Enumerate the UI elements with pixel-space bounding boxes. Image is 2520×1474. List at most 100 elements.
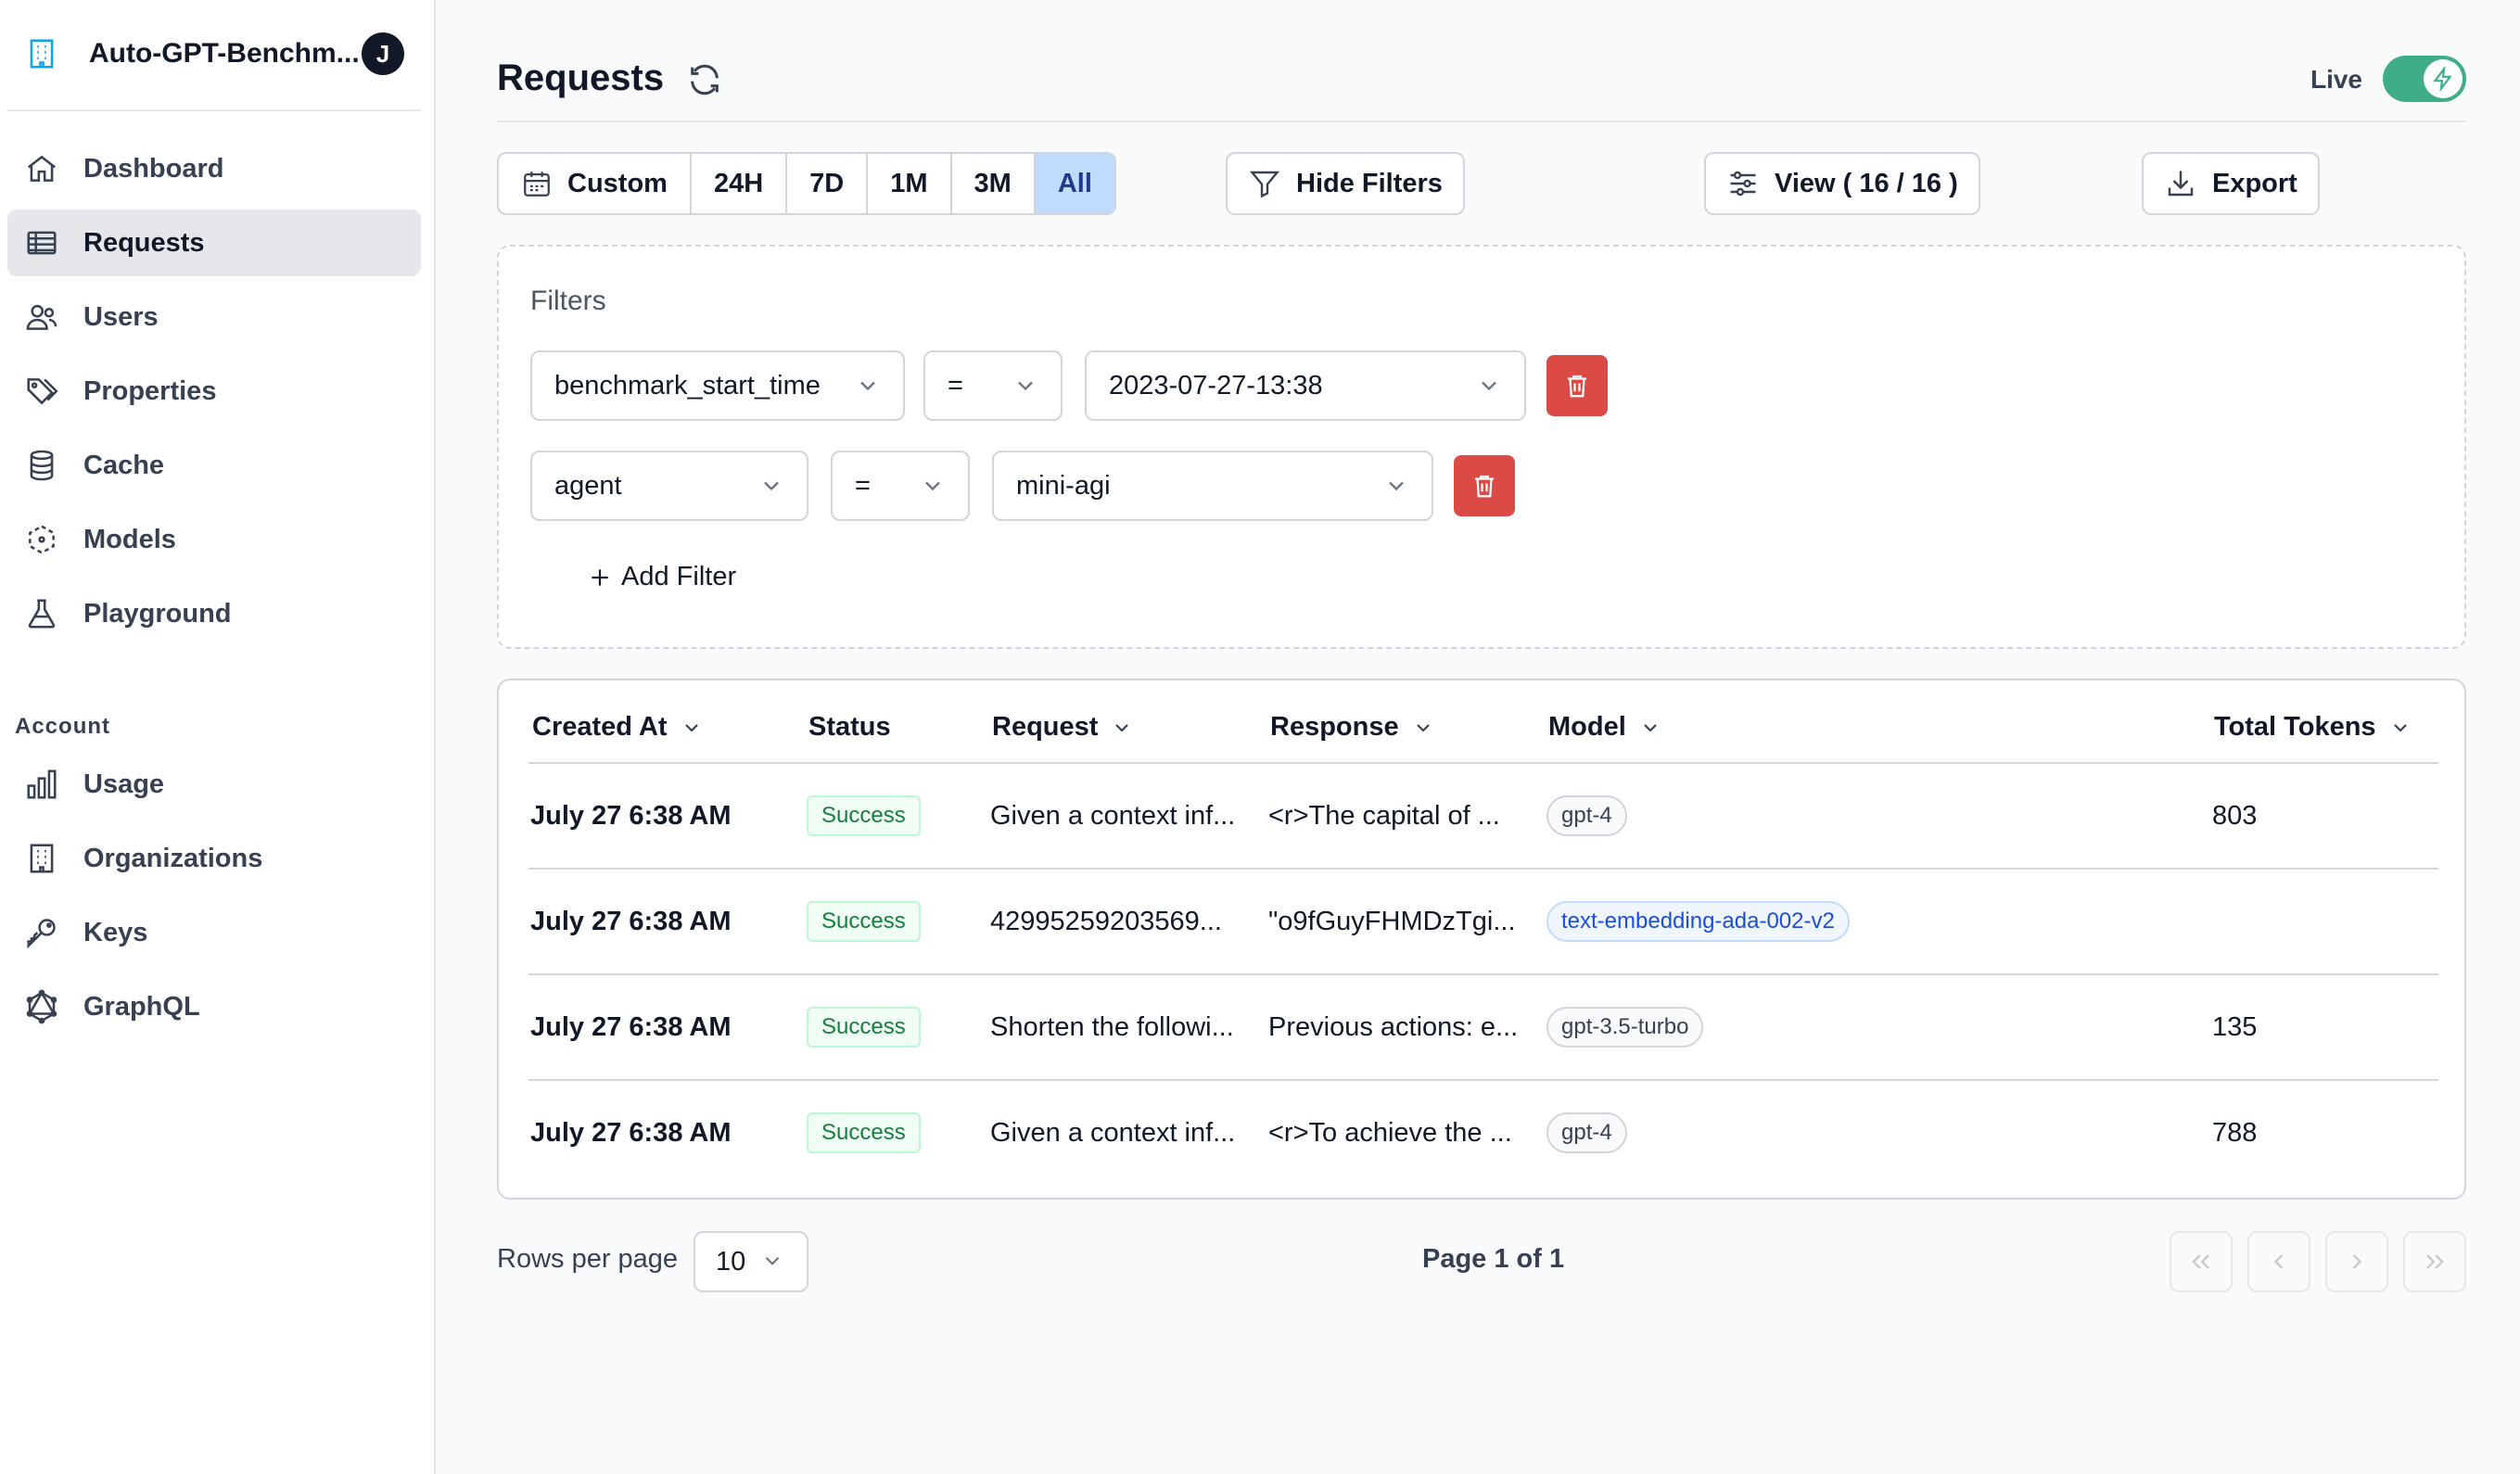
first-page-button[interactable]	[2170, 1231, 2233, 1292]
sidebar-item-label: Keys	[83, 917, 148, 947]
cell-status: Success	[807, 1081, 921, 1185]
sidebar: Auto-GPT-Benchm... J Dashboard Requests …	[0, 0, 436, 1474]
page-title: Requests	[497, 57, 665, 98]
hide-filters-label: Hide Filters	[1296, 168, 1443, 198]
sidebar-item-organizations[interactable]: Organizations	[7, 825, 421, 892]
sidebar-item-keys[interactable]: Keys	[7, 899, 421, 966]
chevron-down-icon	[2389, 717, 2412, 739]
table-icon	[24, 225, 59, 260]
add-filter-button[interactable]: Add Filter	[588, 562, 736, 592]
home-icon	[24, 151, 59, 186]
org-switcher[interactable]: Auto-GPT-Benchm... J	[24, 28, 404, 80]
filter-field-select[interactable]: agent	[530, 451, 808, 521]
table-row[interactable]: July 27 6:38 AM Success Shorten the foll…	[528, 975, 2438, 1081]
column-header-total-tokens[interactable]: Total Tokens	[2214, 712, 2412, 743]
delete-filter-button[interactable]	[1454, 455, 1515, 516]
chevron-down-icon	[1639, 717, 1661, 739]
column-header-response[interactable]: Response	[1270, 712, 1434, 743]
column-header-status[interactable]: Status	[808, 712, 891, 743]
bar-chart-icon	[24, 767, 59, 802]
beaker-icon	[24, 596, 59, 631]
sidebar-item-playground[interactable]: Playground	[7, 580, 421, 647]
column-header-model[interactable]: Model	[1548, 712, 1661, 743]
export-button[interactable]: Export	[2142, 152, 2320, 215]
last-page-button[interactable]	[2403, 1231, 2466, 1292]
range-all-button[interactable]: All	[1035, 154, 1114, 213]
refresh-icon[interactable]	[686, 61, 723, 98]
model-badge: gpt-4	[1546, 1112, 1627, 1153]
range-1m-button[interactable]: 1M	[868, 154, 952, 213]
sidebar-item-label: Organizations	[83, 843, 263, 873]
plus-icon	[588, 565, 612, 590]
column-header-label: Created At	[532, 712, 668, 742]
sliders-icon	[1726, 167, 1760, 200]
filter-field-select[interactable]: benchmark_start_time	[530, 350, 905, 421]
filter-value-select[interactable]: 2023-07-27-13:38	[1085, 350, 1526, 421]
filter-field-value: agent	[554, 470, 622, 501]
cell-model: text-embedding-ada-002-v2	[1546, 870, 1850, 973]
cell-status: Success	[807, 870, 921, 973]
sidebar-item-dashboard[interactable]: Dashboard	[7, 135, 421, 202]
sidebar-item-users[interactable]: Users	[7, 284, 421, 350]
filter-operator-select[interactable]: =	[831, 451, 970, 521]
live-toggle[interactable]	[2383, 56, 2466, 102]
avatar[interactable]: J	[362, 32, 404, 75]
chevron-right-icon	[2344, 1249, 2370, 1275]
sidebar-item-models[interactable]: Models	[7, 506, 421, 573]
download-icon	[2164, 167, 2197, 200]
chevron-down-icon	[1412, 717, 1434, 739]
table-row[interactable]: July 27 6:38 AM Success Given a context …	[528, 764, 2438, 870]
column-header-label: Total Tokens	[2214, 712, 2376, 742]
column-header-created-at[interactable]: Created At	[532, 712, 703, 743]
chevron-down-icon	[681, 717, 703, 739]
table-row[interactable]: July 27 6:38 AM Success 42995259203569..…	[528, 870, 2438, 975]
cell-total-tokens: 135	[2212, 1011, 2258, 1042]
filter-value: 2023-07-27-13:38	[1109, 370, 1323, 400]
status-badge: Success	[807, 1112, 921, 1153]
cell-response: "o9fGuyFHMDzTgi...	[1268, 906, 1516, 936]
chevron-down-icon	[1012, 373, 1038, 399]
building-icon	[24, 841, 59, 876]
building-icon	[24, 36, 59, 71]
table-row[interactable]: July 27 6:38 AM Success Given a context …	[528, 1081, 2438, 1187]
status-badge: Success	[807, 901, 921, 942]
chevron-down-icon	[1383, 473, 1409, 499]
sidebar-item-graphql[interactable]: GraphQL	[7, 973, 421, 1040]
sidebar-item-usage[interactable]: Usage	[7, 751, 421, 818]
range-custom-button[interactable]: Custom	[499, 154, 692, 213]
model-badge: gpt-4	[1546, 795, 1627, 836]
filter-operator-select[interactable]: =	[923, 350, 1063, 421]
range-24h-button[interactable]: 24H	[692, 154, 788, 213]
hide-filters-button[interactable]: Hide Filters	[1226, 152, 1465, 215]
range-7d-button[interactable]: 7D	[787, 154, 869, 213]
rows-per-page-select[interactable]: 10	[694, 1231, 808, 1292]
sidebar-item-label: Usage	[83, 769, 165, 799]
status-badge: Success	[807, 795, 921, 836]
cell-response: Previous actions: e...	[1268, 1011, 1519, 1042]
rows-per-page-label: Rows per page	[497, 1244, 679, 1274]
sidebar-item-requests[interactable]: Requests	[7, 210, 421, 276]
previous-page-button[interactable]	[2247, 1231, 2310, 1292]
column-header-label: Response	[1270, 712, 1399, 742]
chevron-down-icon	[1111, 717, 1133, 739]
sidebar-item-properties[interactable]: Properties	[7, 358, 421, 425]
filter-value-input[interactable]: mini-agi	[992, 451, 1433, 521]
toggle-knob	[2424, 59, 2463, 98]
column-header-request[interactable]: Request	[992, 712, 1133, 743]
add-filter-label: Add Filter	[621, 562, 737, 591]
delete-filter-button[interactable]	[1546, 355, 1608, 416]
filter-operator-value: =	[948, 370, 963, 400]
title-divider	[497, 121, 2466, 122]
column-header-label: Status	[808, 712, 891, 742]
cell-request: 42995259203569...	[990, 906, 1222, 936]
cell-model: gpt-3.5-turbo	[1546, 975, 1704, 1079]
range-3m-button[interactable]: 3M	[952, 154, 1036, 213]
sidebar-item-cache[interactable]: Cache	[7, 432, 421, 499]
account-section-label: Account	[15, 714, 110, 739]
sidebar-item-label: Cache	[83, 450, 165, 480]
view-columns-button[interactable]: View ( 16 / 16 )	[1704, 152, 1980, 215]
page-indicator: Page 1 of 1	[1422, 1244, 1565, 1274]
cube-icon	[24, 522, 59, 557]
trash-icon	[1563, 372, 1591, 400]
next-page-button[interactable]	[2325, 1231, 2388, 1292]
